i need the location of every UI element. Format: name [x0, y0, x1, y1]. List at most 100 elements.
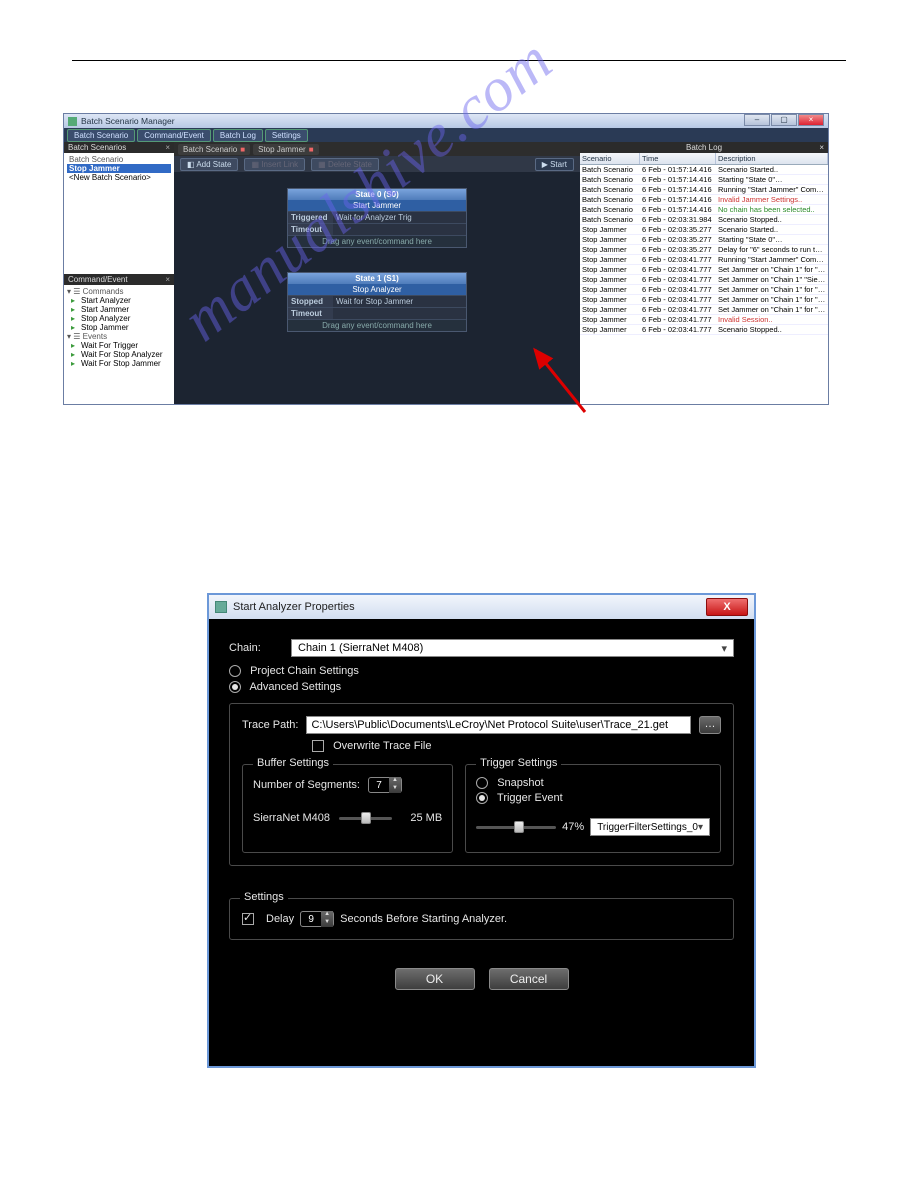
state-row-label: Timeout — [288, 224, 333, 235]
log-row[interactable]: Stop Jammer6 Feb - 02:03:35.277Scenario … — [580, 225, 828, 235]
delay-checkbox[interactable] — [242, 913, 254, 925]
panel-close-icon[interactable]: × — [819, 143, 824, 152]
log-row[interactable]: Stop Jammer6 Feb - 02:03:35.277Delay for… — [580, 245, 828, 255]
trigger-settings-group: Trigger Settings Snapshot Trigger Event — [465, 764, 721, 853]
buffer-size-label: 25 MB — [400, 812, 442, 824]
state-row-value: Wait for Stop Jammer — [333, 296, 466, 307]
log-row[interactable]: Stop Jammer6 Feb - 02:03:41.777Set Jamme… — [580, 275, 828, 285]
segments-stepper[interactable]: 7 ▲▼ — [368, 777, 402, 793]
tree-item[interactable]: Start Analyzer — [81, 296, 171, 305]
log-row[interactable]: Stop Jammer6 Feb - 02:03:41.777Scenario … — [580, 325, 828, 335]
dialog-titlebar[interactable]: Start Analyzer Properties X — [209, 595, 754, 619]
buffer-size-slider[interactable] — [339, 811, 392, 825]
dialog-body: Chain: Chain 1 (SierraNet M408) ▾ Projec… — [209, 619, 754, 878]
step-up-icon[interactable]: ▲ — [321, 911, 333, 919]
delay-suffix: Seconds Before Starting Analyzer. — [340, 913, 507, 925]
tab-batch-scenario[interactable]: Batch Scenario — [67, 129, 135, 142]
state-card-1[interactable]: State 1 (S1) Stop Analyzer StoppedWait f… — [287, 272, 467, 332]
trigger-filter-select[interactable]: TriggerFilterSettings_0 ▾ — [590, 818, 710, 836]
add-state-button[interactable]: ◧ Add State — [180, 158, 238, 171]
fieldset-legend: Settings — [240, 891, 288, 903]
log-row[interactable]: Stop Jammer6 Feb - 02:03:41.777Set Jamme… — [580, 305, 828, 315]
start-button[interactable]: ▶ Start — [535, 158, 574, 171]
state-card-0[interactable]: State 0 (S0) Start Jammer TriggeredWait … — [287, 188, 467, 248]
fieldset-legend: Buffer Settings — [253, 757, 333, 769]
device-label: SierraNet M408 — [253, 812, 331, 824]
radio-icon — [476, 777, 488, 789]
project-chain-radio[interactable]: Project Chain Settings — [229, 665, 734, 677]
tree-item[interactable]: Wait For Stop Jammer — [81, 359, 171, 368]
tree-item[interactable]: Stop Jammer — [81, 323, 171, 332]
tree-group[interactable]: ▾ ☰ Commands — [67, 287, 171, 296]
log-row[interactable]: Stop Jammer6 Feb - 02:03:41.777Invalid S… — [580, 315, 828, 325]
radio-icon — [229, 681, 241, 693]
dialog-title: Start Analyzer Properties — [233, 601, 355, 613]
col-time[interactable]: Time — [640, 153, 716, 164]
window-titlebar[interactable]: Batch Scenario Manager – ▢ × — [64, 114, 828, 128]
tree-group[interactable]: ▾ ☰ Events — [67, 332, 171, 341]
tab-batch-log[interactable]: Batch Log — [213, 129, 263, 142]
trigger-position-slider[interactable] — [476, 820, 556, 834]
list-item[interactable]: <New Batch Scenario> — [67, 173, 171, 182]
tree-item[interactable]: Wait For Stop Analyzer — [81, 350, 171, 359]
doc-tab[interactable]: Stop Jammer■ — [253, 144, 318, 155]
tab-command-event[interactable]: Command/Event — [137, 129, 211, 142]
state-action: Start Jammer — [288, 200, 466, 211]
ok-button[interactable]: OK — [395, 968, 475, 990]
close-button[interactable]: X — [706, 598, 748, 616]
left-column: Batch Scenarios × Batch Scenario Stop Ja… — [64, 142, 174, 404]
advanced-settings-radio[interactable]: Advanced Settings — [229, 681, 734, 693]
chain-value: Chain 1 (SierraNet M408) — [298, 642, 423, 654]
log-row[interactable]: Batch Scenario6 Feb - 01:57:14.416Scenar… — [580, 165, 828, 175]
tree-item[interactable]: Start Jammer — [81, 305, 171, 314]
log-row[interactable]: Stop Jammer6 Feb - 02:03:41.777Set Jamme… — [580, 265, 828, 275]
window-title: Batch Scenario Manager — [81, 116, 175, 126]
trace-path-input[interactable] — [306, 716, 691, 734]
log-row[interactable]: Stop Jammer6 Feb - 02:03:41.777Running "… — [580, 255, 828, 265]
log-row[interactable]: Stop Jammer6 Feb - 02:03:41.777Set Jamme… — [580, 285, 828, 295]
doc-tab[interactable]: Batch Scenario■ — [178, 144, 250, 155]
browse-button[interactable]: … — [699, 716, 721, 734]
panel-close-icon[interactable]: × — [165, 275, 170, 284]
col-description[interactable]: Description — [716, 153, 828, 164]
tree-item[interactable]: Wait For Trigger — [81, 341, 171, 350]
overwrite-checkbox[interactable]: Overwrite Trace File — [312, 740, 721, 752]
batch-scenario-list[interactable]: Batch Scenario Stop Jammer <New Batch Sc… — [64, 153, 174, 274]
command-event-tree[interactable]: ▾ ☰ Commands Start Analyzer Start Jammer… — [64, 285, 174, 404]
chevron-down-icon: ▾ — [721, 642, 727, 655]
tab-close-icon[interactable]: ■ — [240, 145, 245, 154]
segments-value: 7 — [369, 780, 389, 791]
drop-hint[interactable]: Drag any event/command here — [288, 235, 466, 247]
step-up-icon[interactable]: ▲ — [389, 777, 401, 785]
chain-label: Chain: — [229, 642, 281, 654]
panel-close-icon[interactable]: × — [165, 143, 170, 152]
tab-close-icon[interactable]: ■ — [309, 145, 314, 154]
step-down-icon[interactable]: ▼ — [321, 919, 333, 927]
insert-link-button[interactable]: ▦ Insert Link — [244, 158, 305, 171]
log-row[interactable]: Batch Scenario6 Feb - 01:57:14.416Invali… — [580, 195, 828, 205]
chain-select[interactable]: Chain 1 (SierraNet M408) ▾ — [291, 639, 734, 657]
log-row[interactable]: Batch Scenario6 Feb - 02:03:31.984Scenar… — [580, 215, 828, 225]
col-scenario[interactable]: Scenario — [580, 153, 640, 164]
tree-item[interactable]: Stop Analyzer — [81, 314, 171, 323]
log-row[interactable]: Batch Scenario6 Feb - 01:57:14.416Starti… — [580, 175, 828, 185]
advanced-settings-group: Trace Path: … Overwrite Trace File Buffe… — [229, 703, 734, 866]
log-row[interactable]: Batch Scenario6 Feb - 01:57:14.416Runnin… — [580, 185, 828, 195]
maximize-button[interactable]: ▢ — [771, 114, 797, 126]
log-row[interactable]: Stop Jammer6 Feb - 02:03:35.277Starting … — [580, 235, 828, 245]
canvas-toolbar: ◧ Add State ▦ Insert Link ▦ Delete State… — [174, 156, 580, 172]
tab-settings[interactable]: Settings — [265, 129, 308, 142]
cancel-button[interactable]: Cancel — [489, 968, 569, 990]
drop-hint[interactable]: Drag any event/command here — [288, 319, 466, 331]
close-button[interactable]: × — [798, 114, 824, 126]
radio-label: Project Chain Settings — [250, 665, 359, 677]
delete-state-button[interactable]: ▦ Delete State — [311, 158, 379, 171]
minimize-button[interactable]: – — [744, 114, 770, 126]
snapshot-radio[interactable]: Snapshot — [476, 777, 710, 789]
log-row[interactable]: Batch Scenario6 Feb - 01:57:14.416No cha… — [580, 205, 828, 215]
step-down-icon[interactable]: ▼ — [389, 785, 401, 793]
trigger-event-radio[interactable]: Trigger Event — [476, 792, 710, 804]
delay-stepper[interactable]: 9 ▲▼ — [300, 911, 334, 927]
log-row[interactable]: Stop Jammer6 Feb - 02:03:41.777Set Jamme… — [580, 295, 828, 305]
list-item[interactable]: Stop Jammer — [67, 164, 171, 173]
